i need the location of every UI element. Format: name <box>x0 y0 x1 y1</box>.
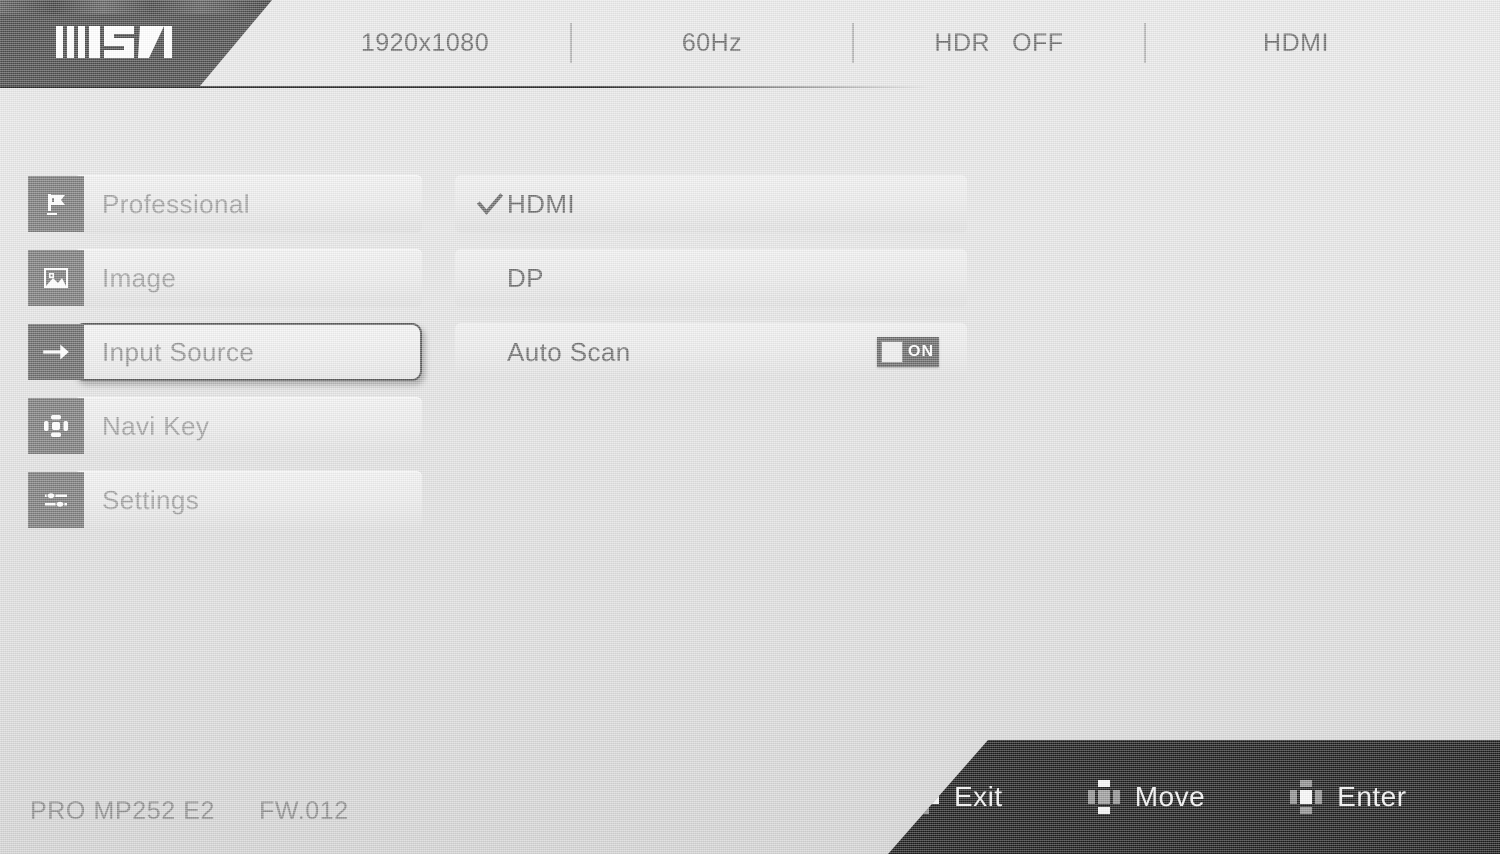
sidebar-item-professional[interactable]: Professional <box>28 175 422 233</box>
refresh-rate-status: 60Hz <box>681 28 743 57</box>
flag-icon <box>28 176 84 232</box>
nav-hint-exit[interactable]: Exit <box>906 777 1003 817</box>
sidebar-item-navi-key[interactable]: Navi Key <box>28 397 422 455</box>
osd-top-bar: 1920x1080 60Hz HDR OFF HDMI <box>0 0 1500 88</box>
osd-options-panel: HDMI DP Auto Scan ON <box>455 175 967 397</box>
sliders-icon <box>28 472 84 528</box>
badge-texture <box>0 0 272 14</box>
nav-hint-label: Move <box>1134 781 1206 812</box>
msi-logo-badge <box>0 0 272 86</box>
sidebar-item-label: Image <box>102 262 177 293</box>
osd-screen: 1920x1080 60Hz HDR OFF HDMI Professional… <box>0 0 1500 854</box>
sidebar-item-label: Settings <box>102 484 200 515</box>
navigation-hints: Exit Move Enter <box>888 740 1500 854</box>
nav-hint-enter[interactable]: Enter <box>1289 777 1406 817</box>
osd-sidebar-menu: Professional Image Input Source Navi Key… <box>28 175 422 545</box>
hdr-value: OFF <box>1012 28 1064 57</box>
dpad-icon <box>28 398 84 454</box>
sidebar-item-label: Navi Key <box>102 410 210 441</box>
resolution-status: 1920x1080 <box>360 28 490 57</box>
option-row-hdmi[interactable]: HDMI <box>455 175 967 233</box>
auto-scan-toggle[interactable]: ON <box>877 337 939 367</box>
dpad-left-icon <box>907 780 939 814</box>
top-bar-divider <box>0 86 1500 88</box>
sidebar-item-label: Input Source <box>102 336 255 367</box>
input-source-status: HDMI <box>1263 28 1329 57</box>
dpad-updown-icon <box>1087 780 1120 814</box>
option-label: HDMI <box>507 188 576 219</box>
firmware-version: FW.012 <box>259 797 349 825</box>
hdr-label: HDR <box>934 28 991 57</box>
option-label: DP <box>507 262 544 293</box>
option-label: Auto Scan <box>507 336 631 367</box>
check-icon <box>455 190 507 218</box>
option-row-auto-scan[interactable]: Auto Scan ON <box>455 323 967 381</box>
toggle-knob <box>881 341 903 363</box>
model-info: PRO MP252 E2 FW.012 <box>30 797 349 826</box>
top-bar-status-group: 1920x1080 60Hz HDR OFF HDMI <box>280 0 1500 86</box>
osd-navigation-bar: Exit Move Enter <box>888 740 1500 854</box>
toggle-value: ON <box>908 343 934 360</box>
sidebar-item-settings[interactable]: Settings <box>28 471 422 529</box>
picture-icon <box>28 250 84 306</box>
dpad-center-icon <box>1290 780 1323 814</box>
msi-logo-icon <box>56 26 172 58</box>
option-row-dp[interactable]: DP <box>455 249 967 307</box>
sidebar-item-input-source[interactable]: Input Source <box>28 323 422 381</box>
arrow-right-icon <box>28 324 84 380</box>
sidebar-item-label: Professional <box>102 188 250 219</box>
sidebar-item-image[interactable]: Image <box>28 249 422 307</box>
nav-hint-move[interactable]: Move <box>1087 777 1205 817</box>
hdr-status: HDR OFF <box>854 0 1144 86</box>
model-name: PRO MP252 E2 <box>30 797 216 825</box>
nav-hint-label: Enter <box>1337 781 1407 812</box>
nav-hint-label: Exit <box>954 781 1003 812</box>
